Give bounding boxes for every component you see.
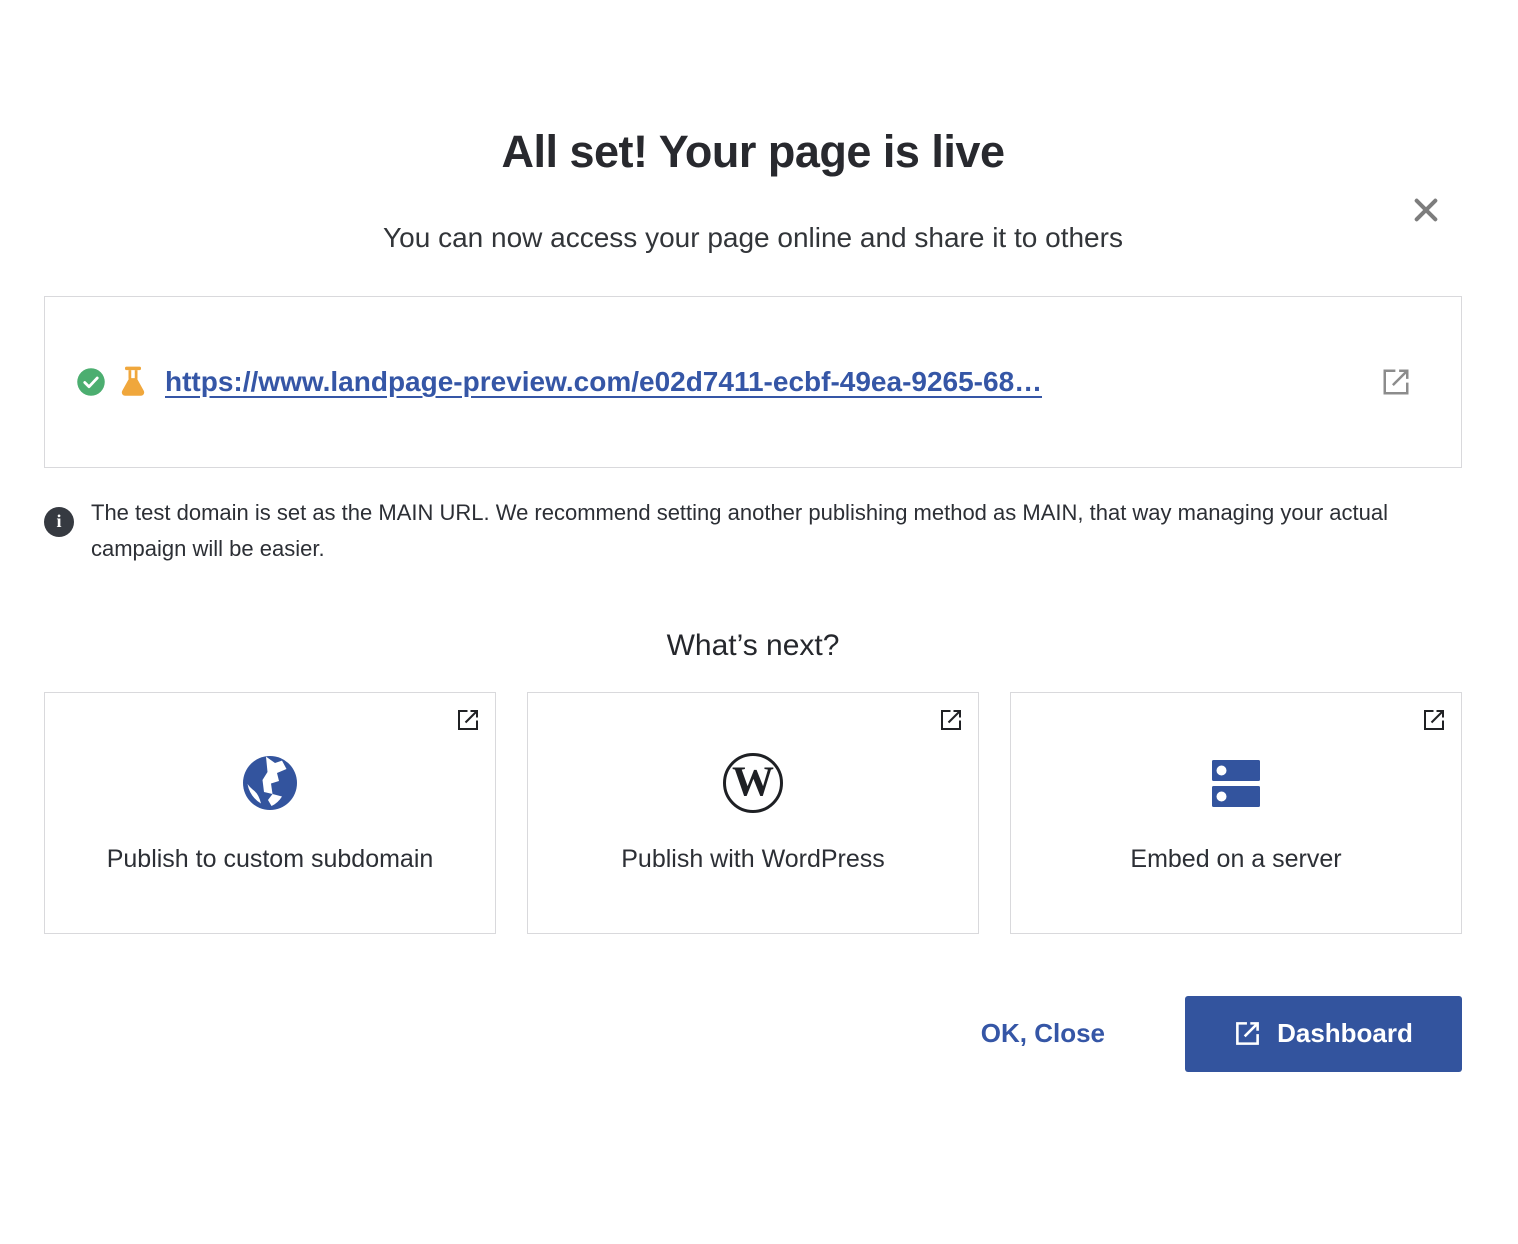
svg-text:W: W — [732, 760, 774, 806]
server-icon — [1204, 751, 1268, 815]
external-link-icon — [1234, 1020, 1261, 1047]
page-title: All set! Your page is live — [44, 126, 1462, 178]
publish-success-modal: All set! Your page is live You can now a… — [0, 126, 1518, 1244]
test-flask-icon — [118, 365, 148, 399]
modal-footer: OK, Close Dashboard — [44, 996, 1462, 1072]
live-page-link[interactable]: https://www.landpage-preview.com/e02d741… — [165, 366, 1042, 398]
check-circle-icon — [76, 367, 106, 397]
external-link-icon — [456, 708, 480, 732]
external-link-icon — [1422, 708, 1446, 732]
close-icon[interactable] — [1410, 194, 1442, 226]
card-embed-server[interactable]: Embed on a server — [1010, 692, 1462, 934]
page-subtitle: You can now access your page online and … — [44, 222, 1462, 254]
dashboard-button[interactable]: Dashboard — [1185, 996, 1462, 1072]
card-label: Embed on a server — [1130, 845, 1341, 874]
open-url-external-link-icon[interactable] — [1381, 367, 1411, 397]
external-link-icon — [939, 708, 963, 732]
wordpress-icon: W — [721, 751, 785, 815]
whats-next-cards: Publish to custom subdomain W Publish wi… — [44, 692, 1462, 934]
live-url-box: https://www.landpage-preview.com/e02d741… — [44, 296, 1462, 468]
whats-next-heading: What’s next? — [44, 629, 1462, 663]
info-text: The test domain is set as the MAIN URL. … — [91, 495, 1462, 567]
card-label: Publish with WordPress — [621, 845, 885, 874]
card-label: Publish to custom subdomain — [107, 845, 434, 874]
card-publish-wordpress[interactable]: W Publish with WordPress — [527, 692, 979, 934]
globe-icon — [238, 751, 302, 815]
ok-close-button[interactable]: OK, Close — [981, 1018, 1105, 1049]
info-icon: i — [44, 507, 74, 537]
card-publish-custom-subdomain[interactable]: Publish to custom subdomain — [44, 692, 496, 934]
info-note: i The test domain is set as the MAIN URL… — [44, 495, 1462, 567]
dashboard-button-label: Dashboard — [1277, 1018, 1413, 1049]
